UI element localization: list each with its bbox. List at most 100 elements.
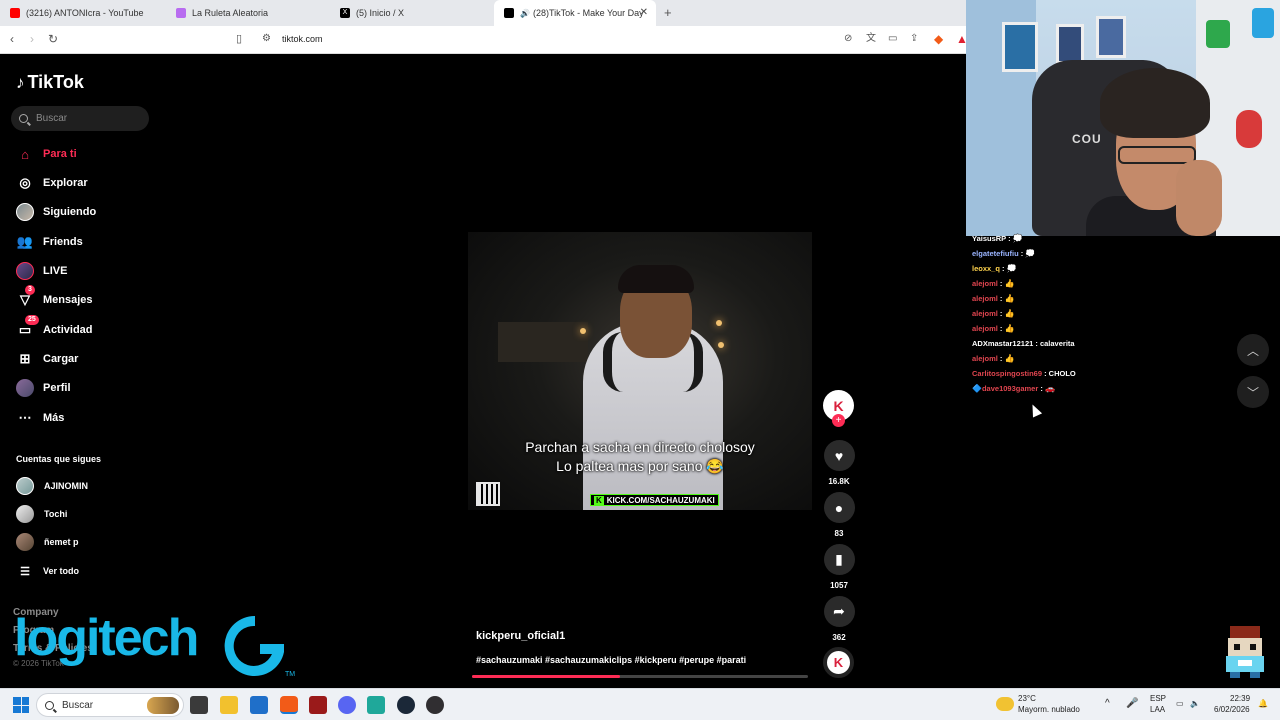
search-icon: [19, 114, 28, 123]
chat-message: ADXmastar12121 : calaverita: [972, 339, 1075, 348]
nav-para-ti[interactable]: ⌂ Para ti: [16, 144, 77, 164]
weather-icon[interactable]: [996, 697, 1014, 711]
speaker-icon[interactable]: 🔊: [520, 9, 530, 18]
chevron-up-icon[interactable]: ^: [1105, 699, 1110, 709]
chat-text: :: [1018, 249, 1026, 258]
search-icon: [45, 700, 54, 710]
discord-icon[interactable]: [338, 696, 356, 714]
logitech-g-icon: [224, 615, 284, 676]
see-all-link[interactable]: ☰ Ver todo: [16, 562, 79, 580]
upload-icon: ⊞: [19, 351, 31, 366]
see-all-label: Ver todo: [43, 566, 80, 576]
tiktok-note-icon: ♪: [16, 72, 25, 92]
notes-app-icon[interactable]: [367, 696, 385, 714]
chat-text: :: [997, 324, 1005, 333]
tiktok-icon: [504, 8, 514, 18]
share-arrow-icon: ➦: [823, 596, 855, 627]
nav-friends[interactable]: 👥 Friends: [16, 232, 83, 252]
nav-label: Explorar: [43, 177, 88, 189]
video-player[interactable]: Parchan a sacha en directo cholosoy Lo p…: [468, 232, 812, 510]
nav-label: Siguiendo: [43, 206, 97, 218]
brave-shield-icon[interactable]: ◆: [934, 32, 943, 46]
profile-icon: [16, 379, 34, 397]
reload-icon[interactable]: ↻: [48, 32, 58, 46]
video-author[interactable]: kickperu_oficial1: [476, 630, 565, 642]
translate-icon[interactable]: 文: [866, 32, 876, 46]
tab-ruleta[interactable]: La Ruleta Aleatoria: [166, 0, 332, 26]
back-icon[interactable]: ‹: [10, 32, 14, 46]
new-tab-button[interactable]: +: [664, 5, 672, 20]
steam-icon[interactable]: [397, 696, 415, 714]
store-icon[interactable]: [250, 696, 268, 714]
avatar: [16, 505, 34, 523]
url-bar[interactable]: tiktok.com: [282, 34, 323, 44]
following-item[interactable]: Tochi: [16, 505, 67, 523]
clock-time[interactable]: 22:39: [1230, 694, 1250, 704]
nav-label: LIVE: [43, 265, 68, 277]
following-item[interactable]: ñemet p: [16, 533, 79, 551]
previous-video-button[interactable]: ︿: [1237, 334, 1269, 366]
obs-app-icon[interactable]: [309, 696, 327, 714]
windows-start-icon[interactable]: [13, 697, 29, 713]
kick-banner-text: KICK.COM/SACHAUZUMAKI: [606, 495, 715, 505]
language-indicator-line2[interactable]: LAA: [1150, 705, 1165, 715]
nav-mas[interactable]: ⋯ Más: [16, 408, 65, 428]
browser-toolbar: ‹ › ↻ ▯ ⚙ tiktok.com ⊘ 文 ▭ ⇪ ◆ ▲: [0, 26, 968, 54]
comment-button[interactable]: ● 83: [822, 492, 856, 538]
following-item[interactable]: AJINOMIN: [16, 477, 88, 495]
music-disc[interactable]: K: [823, 647, 854, 678]
tab-x[interactable]: X (5) Inicio / X: [330, 0, 496, 26]
video-caption-line1: Parchan a sacha en directo cholosoy: [525, 439, 755, 455]
video-progress-bar[interactable]: [472, 675, 808, 678]
nav-mensajes[interactable]: ▽ 3 Mensajes: [16, 285, 93, 310]
volume-icon[interactable]: 🔈: [1190, 699, 1200, 709]
follow-plus-button[interactable]: +: [832, 414, 845, 427]
chat-message: alejoml : 👍: [972, 324, 1014, 333]
task-view-icon[interactable]: [190, 696, 208, 714]
video-hashtags[interactable]: #sachauzumaki #sachauzumakiclips #kickpe…: [476, 655, 746, 665]
avatar-icon: [16, 203, 34, 221]
share-button[interactable]: ➦ 362: [822, 596, 856, 642]
chat-user: ADXmastar12121: [972, 339, 1034, 348]
site-info-icon[interactable]: ⚙: [262, 32, 271, 46]
forward-icon[interactable]: ›: [30, 32, 34, 46]
brave-browser-icon[interactable]: [280, 696, 298, 714]
nav-live[interactable]: LIVE: [16, 261, 67, 281]
clock-date[interactable]: 6/02/2026: [1214, 705, 1250, 715]
language-indicator-line1[interactable]: ESP: [1150, 694, 1166, 704]
friends-icon: 👥: [16, 234, 34, 249]
file-explorer-icon[interactable]: [220, 696, 238, 714]
notification-icon[interactable]: 🔔: [1258, 699, 1268, 709]
cast-icon[interactable]: ▭: [888, 32, 897, 46]
close-icon[interactable]: ✕: [640, 7, 648, 18]
chat-user: alejoml: [972, 279, 998, 288]
save-button[interactable]: ▮ 1057: [822, 544, 856, 590]
thumbs-up-icon: 👍: [1004, 279, 1015, 288]
tab-tiktok[interactable]: 🔊 (28)TikTok - Make Your Day ✕: [494, 0, 656, 26]
search-input[interactable]: Buscar: [11, 106, 149, 131]
like-button[interactable]: ♥ 16.8K: [822, 440, 856, 486]
next-video-button[interactable]: ﹀: [1237, 376, 1269, 408]
logitech-logo-text: logitech: [14, 609, 199, 667]
microphone-icon[interactable]: 🎤: [1126, 699, 1138, 709]
list-icon: ☰: [20, 565, 30, 578]
no-media-icon[interactable]: ⊘: [844, 32, 852, 46]
nav-explorar[interactable]: ◎ Explorar: [16, 173, 88, 193]
bookmark-icon[interactable]: ▯: [236, 32, 242, 46]
nav-perfil[interactable]: Perfil: [16, 378, 71, 398]
nav-label: Perfil: [43, 382, 71, 394]
weather-desc[interactable]: Mayorm. nublado: [1018, 705, 1080, 715]
tiktok-logo[interactable]: ♪ TikTok: [16, 72, 84, 93]
tab-youtube[interactable]: (3216) ANTONIcra - YouTube: [0, 0, 166, 26]
nav-actividad[interactable]: ▭ 25 Actividad: [16, 315, 93, 340]
streamer-hair: [1100, 68, 1210, 138]
chat-text: :: [999, 264, 1007, 273]
nav-siguiendo[interactable]: Siguiendo: [16, 202, 96, 222]
nav-cargar[interactable]: ⊞ Cargar: [16, 349, 79, 369]
obs-studio-icon[interactable]: [426, 696, 444, 714]
chat-message: elgatetefiufiu : 💭: [972, 249, 1035, 258]
network-icon[interactable]: ▭: [1176, 699, 1184, 709]
share-icon[interactable]: ⇪: [910, 32, 918, 46]
weather-temp[interactable]: 23°C: [1018, 694, 1036, 704]
taskbar-search-input[interactable]: Buscar: [36, 693, 184, 717]
